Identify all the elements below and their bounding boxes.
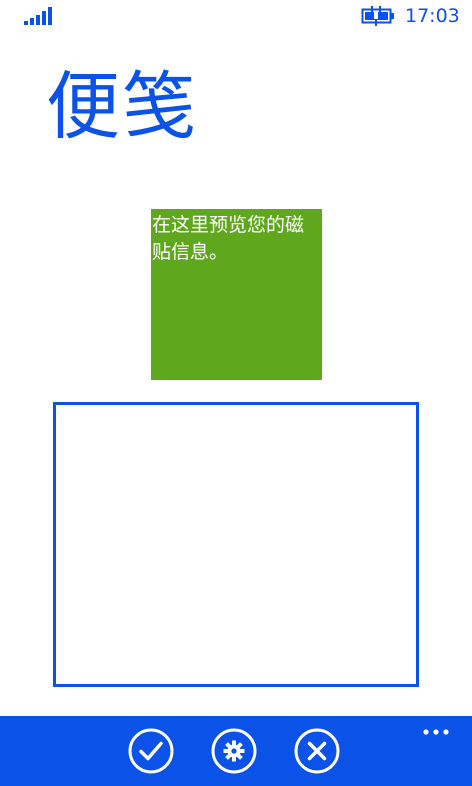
check-icon <box>128 728 174 774</box>
close-icon <box>294 728 340 774</box>
save-button[interactable] <box>128 728 174 774</box>
status-bar: 17:03 <box>0 0 472 32</box>
battery-charging-icon <box>361 6 394 26</box>
more-ellipsis-icon[interactable] <box>422 728 452 738</box>
gear-icon <box>211 728 257 774</box>
signal-strength-icon <box>24 7 52 25</box>
tile-preview-text: 在这里预览您的磁贴信息。 <box>152 214 305 263</box>
status-time: 17:03 <box>405 5 460 27</box>
settings-button[interactable] <box>211 728 257 774</box>
page-title: 便笺 <box>46 64 198 150</box>
tile-preview: 在这里预览您的磁贴信息。 <box>151 209 322 380</box>
note-text-input[interactable] <box>53 402 419 687</box>
screen: 17:03 便笺 在这里预览您的磁贴信息。 <box>0 0 472 786</box>
cancel-button[interactable] <box>294 728 340 774</box>
app-bar <box>0 716 472 786</box>
